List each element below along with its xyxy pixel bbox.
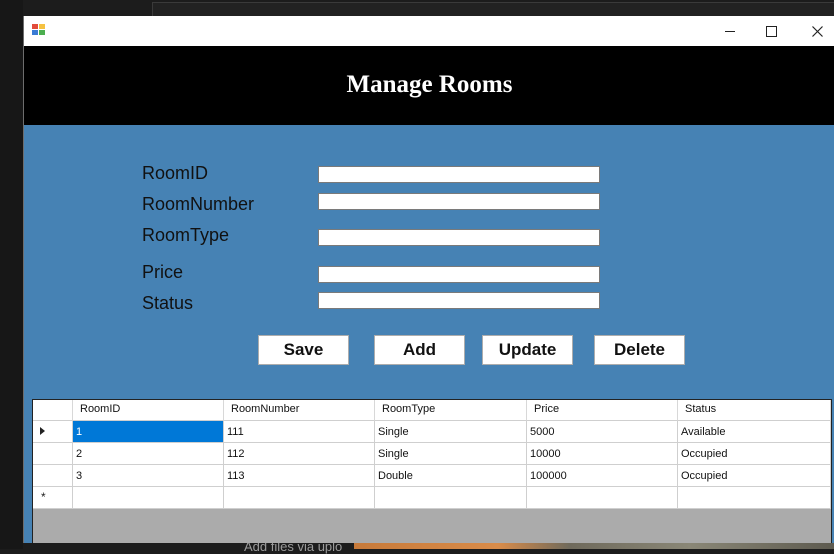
grid-cell[interactable]: 112 xyxy=(224,443,375,465)
roomid-input[interactable] xyxy=(318,166,600,183)
save-button[interactable]: Save xyxy=(258,335,349,365)
price-label: Price xyxy=(142,262,184,282)
grid-cell[interactable] xyxy=(224,487,375,509)
close-icon xyxy=(811,25,823,37)
column-header-roomnumber[interactable]: RoomNumber xyxy=(224,400,375,421)
grid-cell[interactable]: 1 xyxy=(73,421,224,443)
new-row-icon: * xyxy=(41,490,46,504)
grid-cell[interactable]: 111 xyxy=(224,421,375,443)
maximize-button[interactable] xyxy=(748,16,794,46)
grid-cell[interactable]: 2 xyxy=(73,443,224,465)
minimize-icon xyxy=(725,30,735,32)
grid-cell[interactable]: 5000 xyxy=(527,421,678,443)
roomid-label: RoomID xyxy=(142,163,209,183)
row-header[interactable] xyxy=(33,421,73,443)
price-input[interactable] xyxy=(318,266,600,283)
header-banner: Manage Rooms xyxy=(24,46,834,125)
close-button[interactable] xyxy=(794,16,834,46)
grid-cell[interactable]: 100000 xyxy=(527,465,678,487)
new-table-row[interactable]: * xyxy=(33,487,831,509)
grid-cell[interactable] xyxy=(375,487,527,509)
column-header-price[interactable]: Price xyxy=(527,400,678,421)
status-label: Status xyxy=(142,293,194,313)
column-header-status[interactable]: Status xyxy=(678,400,831,421)
grid-cell[interactable]: Available xyxy=(678,421,831,443)
rooms-grid[interactable]: RoomID RoomNumber RoomType Price Status … xyxy=(32,399,832,543)
grid-cell[interactable]: Double xyxy=(375,465,527,487)
roomnumber-label: RoomNumber xyxy=(142,194,255,214)
grid-cell[interactable]: Single xyxy=(375,421,527,443)
minimize-button[interactable] xyxy=(707,16,753,46)
grid-header-row: RoomID RoomNumber RoomType Price Status xyxy=(33,400,831,422)
current-row-arrow-icon xyxy=(40,427,45,435)
grid-cell[interactable]: Single xyxy=(375,443,527,465)
table-row[interactable]: 3 113 Double 100000 Occupied xyxy=(33,465,831,487)
grid-corner-header[interactable] xyxy=(33,400,73,421)
table-row[interactable]: 1 111 Single 5000 Available xyxy=(33,421,831,443)
title-bar[interactable] xyxy=(24,16,834,46)
table-row[interactable]: 2 112 Single 10000 Occupied xyxy=(33,443,831,465)
column-header-roomid[interactable]: RoomID xyxy=(73,400,224,421)
page-title: Manage Rooms xyxy=(346,71,513,98)
column-header-roomtype[interactable]: RoomType xyxy=(375,400,527,421)
grid-cell[interactable] xyxy=(527,487,678,509)
update-button[interactable]: Update xyxy=(482,335,573,365)
maximize-icon xyxy=(765,25,777,37)
row-header[interactable] xyxy=(33,443,73,465)
app-icon xyxy=(32,24,46,36)
status-input[interactable] xyxy=(318,292,600,309)
row-header[interactable]: * xyxy=(33,487,73,509)
grid-cell[interactable]: 113 xyxy=(224,465,375,487)
background-window xyxy=(152,2,834,17)
delete-button[interactable]: Delete xyxy=(594,335,685,365)
grid-cell[interactable] xyxy=(678,487,831,509)
row-header[interactable] xyxy=(33,465,73,487)
grid-cell[interactable]: 10000 xyxy=(527,443,678,465)
grid-cell[interactable]: 3 xyxy=(73,465,224,487)
grid-cell[interactable]: Occupied xyxy=(678,443,831,465)
roomtype-label: RoomType xyxy=(142,225,230,245)
roomnumber-input[interactable] xyxy=(318,193,600,210)
grid-cell[interactable] xyxy=(73,487,224,509)
manage-rooms-window: Manage Rooms RoomID RoomNumber RoomType … xyxy=(23,16,834,543)
grid-cell[interactable]: Occupied xyxy=(678,465,831,487)
roomtype-input[interactable] xyxy=(318,229,600,246)
desktop-background xyxy=(0,0,23,549)
add-button[interactable]: Add xyxy=(374,335,465,365)
